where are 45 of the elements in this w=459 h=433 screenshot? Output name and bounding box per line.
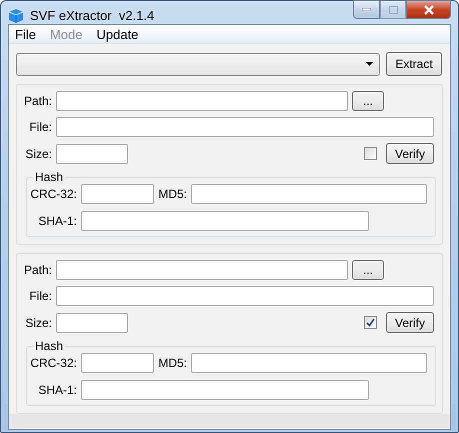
extract-button[interactable]: Extract xyxy=(386,52,442,76)
browse-button[interactable]: ... xyxy=(352,91,384,111)
file-field[interactable] xyxy=(56,117,434,137)
verify-button[interactable]: Verify xyxy=(386,143,434,164)
crc-field[interactable] xyxy=(81,184,154,204)
verify-checkbox[interactable] xyxy=(364,316,377,329)
path-field[interactable] xyxy=(56,260,348,280)
source-dropdown[interactable] xyxy=(16,52,380,76)
sha1-label: SHA-1: xyxy=(37,214,77,228)
browse-button[interactable]: ... xyxy=(352,260,384,280)
hash-title: Hash xyxy=(34,339,64,353)
sha1-field[interactable] xyxy=(81,380,369,400)
close-icon xyxy=(422,4,434,14)
path-label: Path: xyxy=(22,94,52,108)
crc-label: CRC-32: xyxy=(29,187,77,201)
maximize-button[interactable] xyxy=(380,0,406,19)
size-label: Size: xyxy=(24,146,52,160)
size-field[interactable] xyxy=(56,312,128,332)
verify-checkbox[interactable] xyxy=(364,147,377,160)
menu-item[interactable]: File xyxy=(15,26,36,42)
caret-icon xyxy=(366,62,373,66)
menu-item[interactable]: Update xyxy=(96,26,138,42)
size-field[interactable] xyxy=(56,144,128,164)
file-label: File: xyxy=(28,289,52,303)
file-label: File: xyxy=(28,120,52,134)
maximize-icon xyxy=(388,6,398,14)
sha1-field[interactable] xyxy=(81,211,369,231)
window-title: SVF eXtractor v2.1.4 xyxy=(30,8,154,23)
hash-title: Hash xyxy=(34,170,64,184)
md5-field[interactable] xyxy=(191,184,427,204)
minimize-icon xyxy=(362,8,371,11)
crc-field[interactable] xyxy=(81,353,154,373)
crc-label: CRC-32: xyxy=(29,356,77,370)
close-button[interactable] xyxy=(406,0,451,19)
verify-button[interactable]: Verify xyxy=(386,312,434,333)
app-icon xyxy=(8,8,24,24)
minimize-button[interactable] xyxy=(353,0,380,19)
path-label: Path: xyxy=(22,263,52,277)
file-field[interactable] xyxy=(56,286,434,306)
md5-field[interactable] xyxy=(191,353,427,373)
size-label: Size: xyxy=(24,316,52,330)
md5-label: MD5: xyxy=(158,187,187,201)
md5-label: MD5: xyxy=(158,356,187,370)
path-field[interactable] xyxy=(56,91,348,111)
sha1-label: SHA-1: xyxy=(37,383,77,397)
